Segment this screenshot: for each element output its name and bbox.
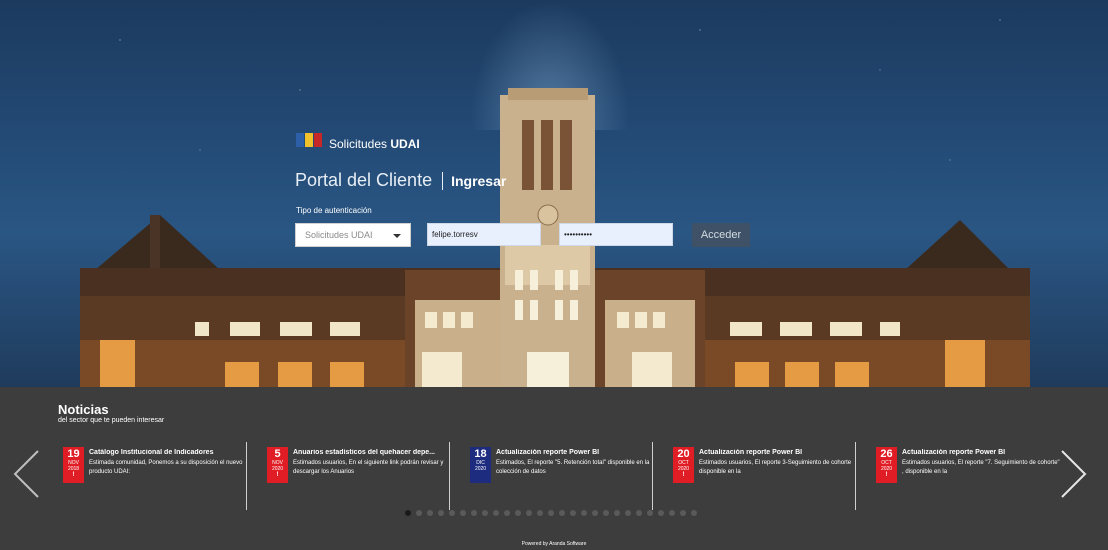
carousel-dot[interactable]: [570, 510, 576, 516]
news-item[interactable]: 5 NOV 2020 ! Anuarios estadísticos del q…: [267, 447, 452, 489]
news-title: Noticias: [58, 402, 109, 417]
chevron-left-icon[interactable]: [12, 449, 42, 499]
alert-flag-icon: !: [276, 472, 279, 478]
carousel-dot[interactable]: [449, 510, 455, 516]
news-divider: [246, 442, 247, 510]
date-day: 5: [274, 448, 281, 460]
news-item-title: Actualización reporte Power BI: [902, 449, 1006, 456]
carousel-dot[interactable]: [526, 510, 532, 516]
carousel-dot[interactable]: [636, 510, 642, 516]
news-item-description: Estimados usuarios, En el siguiente link…: [293, 460, 444, 475]
date-year: 2020: [474, 466, 487, 472]
date-day: 19: [67, 448, 80, 460]
date-badge: 20 OCT 2020 !: [673, 447, 694, 483]
date-day: 20: [677, 448, 690, 460]
portal-title: Portal del Cliente Ingresar: [295, 170, 506, 191]
carousel-dot[interactable]: [603, 510, 609, 516]
carousel-dot[interactable]: [438, 510, 444, 516]
university-building-image: [80, 88, 1030, 387]
news-item-title: Actualización reporte Power BI: [496, 449, 600, 456]
carousel-dot[interactable]: [691, 510, 697, 516]
password-input[interactable]: [559, 223, 673, 246]
news-item-description: Estimados, El reporte "5. Retención tota…: [496, 460, 650, 475]
date-badge: 26 OCT 2020 !: [876, 447, 897, 483]
carousel-dot[interactable]: [647, 510, 653, 516]
portal-action-text: Ingresar: [451, 172, 507, 189]
carousel-dot[interactable]: [537, 510, 543, 516]
carousel-dot[interactable]: [625, 510, 631, 516]
news-divider: [855, 442, 856, 510]
carousel-pagination: [405, 510, 697, 516]
news-text: Anuarios estadísticos del quehacer depe.…: [293, 449, 453, 477]
news-item-description: Estimada comunidad, Ponemos a su disposi…: [89, 460, 243, 475]
university-shield-logo-icon: [296, 133, 322, 155]
auth-type-selected-value: Solicitudes UDAI: [305, 230, 373, 240]
news-text: Actualización reporte Power BI Estimados…: [496, 449, 656, 477]
news-text: Actualización reporte Power BI Estimados…: [699, 449, 859, 477]
news-text: Actualización reporte Power BI Estimados…: [902, 449, 1062, 477]
date-day: 18: [474, 448, 487, 460]
news-section: Noticias del sector que te pueden intere…: [0, 387, 1108, 550]
date-badge: 5 NOV 2020 !: [267, 447, 288, 483]
carousel-dot[interactable]: [515, 510, 521, 516]
carousel-dot[interactable]: [581, 510, 587, 516]
news-item-title: Catálogo Institucional de Indicadores: [89, 449, 214, 456]
date-badge: 19 NOV 2018 !: [63, 447, 84, 483]
carousel-dot[interactable]: [592, 510, 598, 516]
carousel-dot[interactable]: [460, 510, 466, 516]
carousel-dot[interactable]: [482, 510, 488, 516]
carousel-dot[interactable]: [669, 510, 675, 516]
carousel-dot[interactable]: [427, 510, 433, 516]
auth-type-select[interactable]: Solicitudes UDAI: [295, 223, 411, 247]
powered-by-footer: Powered by Aranda Software: [521, 541, 587, 547]
brand-name-bold: UDAI: [390, 137, 420, 151]
carousel-dot[interactable]: [658, 510, 664, 516]
carousel-dot[interactable]: [471, 510, 477, 516]
news-divider: [449, 442, 450, 510]
brand-name: Solicitudes UDAI: [329, 137, 420, 151]
hero-background: Solicitudes UDAI Portal del Cliente Ingr…: [0, 0, 1108, 387]
alert-flag-icon: !: [885, 472, 888, 478]
news-item[interactable]: 26 OCT 2020 ! Actualización reporte Powe…: [876, 447, 1061, 489]
brand-header: Solicitudes UDAI: [296, 133, 420, 155]
title-separator: [442, 171, 444, 190]
news-item[interactable]: 20 OCT 2020 ! Actualización reporte Powe…: [673, 447, 858, 489]
carousel-dot[interactable]: [680, 510, 686, 516]
date-day: 26: [880, 448, 893, 460]
alert-flag-icon: !: [72, 472, 75, 478]
news-subtitle: del sector que te pueden interesar: [58, 417, 165, 424]
carousel-dot[interactable]: [493, 510, 499, 516]
portal-title-text: Portal del Cliente: [295, 170, 433, 190]
chevron-right-icon[interactable]: [1058, 449, 1088, 499]
news-item-title: Anuarios estadísticos del quehacer depe.…: [293, 449, 435, 456]
news-item[interactable]: 19 NOV 2018 ! Catálogo Institucional de …: [63, 447, 248, 489]
carousel-dot[interactable]: [405, 510, 411, 516]
carousel-dot[interactable]: [614, 510, 620, 516]
brand-prefix: Solicitudes: [329, 137, 388, 151]
news-item[interactable]: 18 DIC 2020 Actualización reporte Power …: [470, 447, 655, 489]
caret-down-icon: [393, 234, 401, 238]
alert-flag-icon: !: [682, 472, 685, 478]
auth-type-label: Tipo de autenticación: [296, 206, 372, 215]
username-input[interactable]: [427, 223, 541, 246]
date-badge: 18 DIC 2020: [470, 447, 491, 483]
news-item-title: Actualización reporte Power BI: [699, 449, 803, 456]
carousel-dot[interactable]: [416, 510, 422, 516]
carousel-dot[interactable]: [559, 510, 565, 516]
acceder-button[interactable]: Acceder: [692, 223, 750, 247]
news-item-description: Estimados usuarios, El reporte 3-Seguimi…: [699, 460, 852, 475]
news-divider: [652, 442, 653, 510]
carousel-dot[interactable]: [548, 510, 554, 516]
news-text: Catálogo Institucional de Indicadores Es…: [89, 449, 249, 477]
carousel-dot[interactable]: [504, 510, 510, 516]
news-item-description: Estimados usuarios, El reporte "7. Segui…: [902, 460, 1060, 475]
